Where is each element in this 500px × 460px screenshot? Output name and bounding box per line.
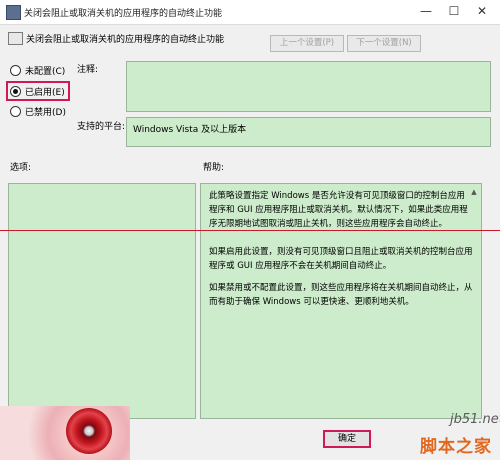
policy-window-icon [6, 5, 21, 20]
red-eye-image [66, 408, 112, 454]
policy-name: 关闭会阻止或取消关机的应用程序的自动终止功能 [26, 35, 225, 45]
maximize-button[interactable]: ☐ [440, 2, 468, 20]
radio-disabled[interactable]: 已禁用(D) [10, 104, 66, 118]
platform-value: Windows Vista 及以上版本 [126, 117, 491, 147]
help-paragraph-1: 此策略设置指定 Windows 是否允许没有可见顶级窗口的控制台应用程序和 GU… [209, 191, 468, 229]
watermark-name: 脚本之家 [420, 437, 492, 457]
comment-textbox[interactable] [126, 61, 491, 112]
previous-setting-button[interactable]: 上一个设置(P) [270, 35, 344, 52]
radio-label: 已禁用(D) [25, 107, 66, 118]
options-label: 选项: [10, 163, 32, 173]
radio-label: 未配置(C) [25, 66, 66, 77]
minimize-button[interactable]: — [412, 2, 440, 20]
next-setting-button[interactable]: 下一个设置(N) [347, 35, 421, 52]
red-guide-line [0, 230, 500, 231]
policy-setting-icon [8, 32, 23, 45]
radio-not-configured[interactable]: 未配置(C) [10, 63, 65, 77]
radio-circle[interactable] [10, 105, 21, 117]
radio-circle[interactable] [10, 64, 21, 76]
enabled-highlight-box [6, 81, 70, 101]
ok-button[interactable]: 确定 [323, 430, 371, 448]
help-label: 帮助: [203, 163, 225, 173]
help-paragraph-2: 如果启用此设置，则没有可见顶级窗口且阻止或取消关机的控制台应用程序或 GUI 应… [209, 247, 473, 271]
platform-label: 支持的平台: [77, 122, 126, 132]
window-title: 关闭会阻止或取消关机的应用程序的自动终止功能 [24, 9, 223, 19]
options-pane [8, 183, 196, 419]
watermark-site: jb51.net [450, 412, 500, 427]
help-pane: 此策略设置指定 Windows 是否允许没有可见顶级窗口的控制台应用程序和 GU… [200, 183, 482, 419]
help-paragraph-3: 如果禁用或不配置此设置，则这些应用程序将在关机期间自动终止，从而有助于确保 Wi… [209, 283, 473, 307]
close-button[interactable]: ✕ [468, 2, 496, 20]
comment-label: 注释: [77, 65, 99, 75]
scroll-up-arrow-icon[interactable]: ▲ [468, 186, 480, 198]
